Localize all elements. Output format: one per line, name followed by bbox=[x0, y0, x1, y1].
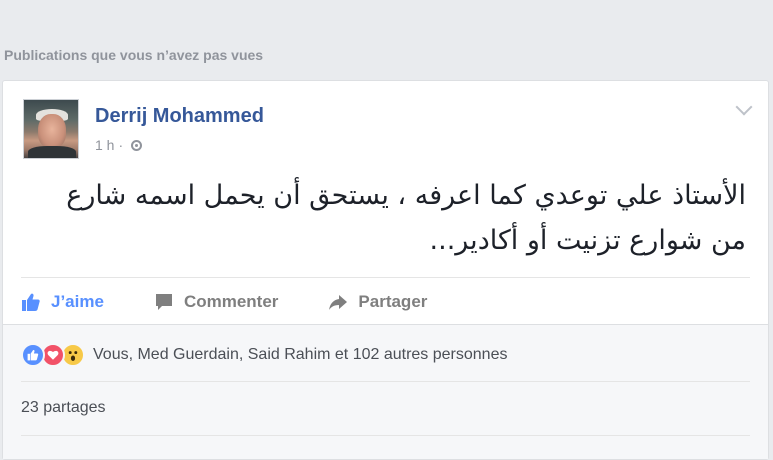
post-card: Derrij Mohammed 1 h · الأستاذ علي توعدي … bbox=[2, 80, 769, 460]
post-footer: Vous, Med Guerdain, Said Rahim et 102 au… bbox=[3, 324, 768, 459]
meta-separator: · bbox=[118, 137, 124, 153]
share-label: Partager bbox=[358, 292, 428, 311]
like-label: J’aime bbox=[51, 292, 104, 311]
post-meta: 1 h · bbox=[95, 137, 143, 153]
divider bbox=[21, 277, 750, 278]
action-bar: J’aime Commenter Partager bbox=[21, 287, 477, 317]
footer-divider bbox=[21, 381, 750, 382]
footer-divider-bottom bbox=[21, 435, 750, 436]
share-button[interactable]: Partager bbox=[328, 292, 427, 312]
comment-icon bbox=[155, 294, 172, 310]
like-button[interactable]: J’aime bbox=[21, 292, 104, 312]
globe-icon[interactable] bbox=[131, 139, 143, 151]
author-name[interactable]: Derrij Mohammed bbox=[95, 105, 264, 128]
post-text: الأستاذ علي توعدي كما اعرفه ، يستحق أن ي… bbox=[43, 173, 746, 263]
post-text-line-2: من شوارع تزنيت أو أكادير... bbox=[429, 225, 746, 256]
avatar[interactable] bbox=[23, 99, 79, 159]
post-text-line-1: الأستاذ علي توعدي كما اعرفه ، يستحق أن ي… bbox=[66, 180, 746, 211]
post-time[interactable]: 1 h bbox=[95, 137, 114, 153]
comment-button[interactable]: Commenter bbox=[154, 292, 278, 312]
share-icon bbox=[329, 295, 348, 310]
reactions-summary[interactable]: Vous, Med Guerdain, Said Rahim et 102 au… bbox=[21, 343, 507, 367]
reactions-text[interactable]: Vous, Med Guerdain, Said Rahim et 102 au… bbox=[93, 346, 507, 364]
section-title: Publications que vous n’avez pas vues bbox=[4, 47, 264, 63]
like-reaction-icon bbox=[21, 343, 45, 367]
shares-count[interactable]: 23 partages bbox=[21, 399, 106, 417]
chevron-down-icon[interactable] bbox=[735, 98, 753, 116]
thumbs-up-icon bbox=[22, 293, 40, 311]
comment-label: Commenter bbox=[183, 292, 279, 311]
